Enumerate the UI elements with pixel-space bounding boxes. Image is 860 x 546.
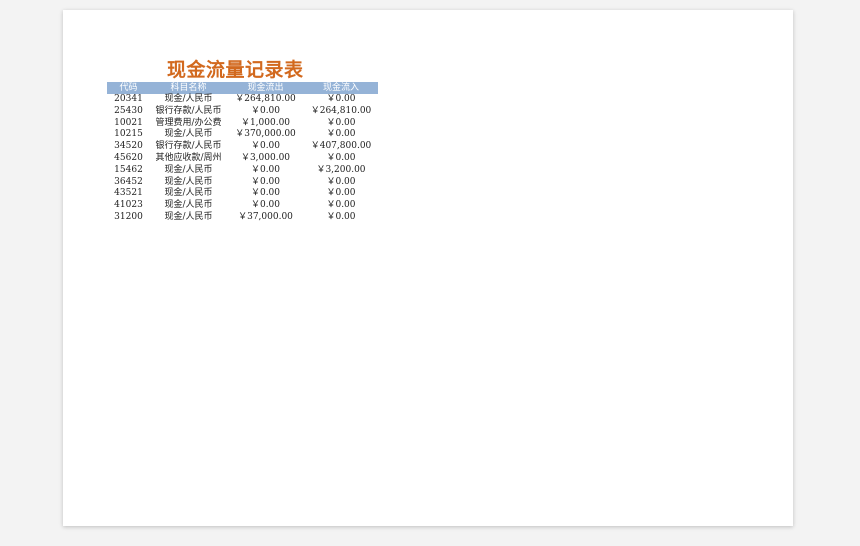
- table-row: 43521 现金/人民币 ￥0.00 ￥0.00: [107, 188, 378, 200]
- cell-account: 现金/人民币: [164, 188, 213, 199]
- cell-code: 31200: [114, 211, 143, 222]
- table-row: 36452 现金/人民币 ￥0.00 ￥0.00: [107, 177, 378, 189]
- cell-outflow: ￥0.00: [250, 141, 281, 152]
- cell-account: 现金/人民币: [164, 176, 213, 187]
- cell-code: 20341: [114, 94, 143, 104]
- cell-code: 34520: [114, 141, 143, 152]
- cell-account: 现金/人民币: [164, 94, 213, 104]
- table-row: 10021 管理费用/办公费 ￥1,000.00 ￥0.00: [107, 118, 378, 130]
- cell-account: 现金/人民币: [164, 164, 213, 175]
- header-code: 代码: [107, 82, 150, 94]
- table-row: 31200 现金/人民币 ￥37,000.00 ￥0.00: [107, 212, 378, 224]
- cell-code: 25430: [114, 105, 143, 116]
- cell-code: 15462: [114, 164, 143, 175]
- cell-inflow: ￥0.00: [326, 152, 356, 163]
- cell-inflow: ￥3,200.00: [316, 164, 366, 175]
- table-body: 20341 现金/人民币 ￥264,810.00 ￥0.00 25430 银行存…: [107, 94, 378, 224]
- cell-account: 其他应收款/周州: [155, 152, 222, 163]
- cell-outflow: ￥1,000.00: [240, 117, 291, 128]
- cell-outflow: ￥0.00: [250, 105, 281, 116]
- print-preview-viewer: 现金流量记录表 代码 科目名称 现金流出 现金流入 20341 现金/人民币 ￥…: [0, 0, 860, 546]
- cell-inflow: ￥0.00: [326, 200, 356, 211]
- table-header-row: 代码 科目名称 现金流出 现金流入: [107, 82, 378, 94]
- cell-inflow: ￥0.00: [326, 211, 356, 222]
- header-outflow: 现金流出: [227, 82, 304, 94]
- cell-outflow: ￥370,000.00: [235, 129, 296, 140]
- cell-code: 45620: [114, 152, 143, 163]
- cell-inflow: ￥0.00: [326, 176, 356, 187]
- cell-inflow: ￥0.00: [326, 117, 356, 128]
- cell-outflow: ￥0.00: [250, 200, 281, 211]
- table-row: 45620 其他应收款/周州 ￥3,000.00 ￥0.00: [107, 153, 378, 165]
- cell-code: 10215: [114, 129, 143, 140]
- cell-account: 银行存款/人民币: [155, 141, 222, 152]
- table-row: 15462 现金/人民币 ￥0.00 ￥3,200.00: [107, 165, 378, 177]
- header-inflow: 现金流入: [304, 82, 378, 94]
- cell-code: 36452: [114, 176, 143, 187]
- cell-code: 41023: [114, 200, 143, 211]
- cell-account: 现金/人民币: [164, 211, 213, 222]
- header-account: 科目名称: [150, 82, 227, 94]
- cell-account: 银行存款/人民币: [155, 105, 222, 116]
- cell-inflow: ￥407,800.00: [310, 141, 372, 152]
- cell-inflow: ￥264,810.00: [310, 105, 372, 116]
- table-row: 10215 现金/人民币 ￥370,000.00 ￥0.00: [107, 129, 378, 141]
- table-row: 25430 银行存款/人民币 ￥0.00 ￥264,810.00: [107, 106, 378, 118]
- sheet-title: 现金流量记录表: [167, 59, 304, 81]
- cell-outflow: ￥0.00: [250, 164, 281, 175]
- cell-account: 现金/人民币: [164, 200, 213, 211]
- cell-inflow: ￥0.00: [326, 94, 356, 104]
- cell-inflow: ￥0.00: [326, 129, 356, 140]
- cash-flow-table: 代码 科目名称 现金流出 现金流入 20341 现金/人民币 ￥264,810.…: [107, 82, 378, 224]
- printed-page: 现金流量记录表 代码 科目名称 现金流出 现金流入 20341 现金/人民币 ￥…: [63, 10, 793, 526]
- cell-outflow: ￥0.00: [250, 188, 281, 199]
- cell-outflow: ￥0.00: [250, 176, 281, 187]
- cell-outflow: ￥3,000.00: [240, 152, 291, 163]
- cell-code: 43521: [114, 188, 143, 199]
- cell-outflow: ￥264,810.00: [235, 94, 296, 104]
- table-row: 41023 现金/人民币 ￥0.00 ￥0.00: [107, 200, 378, 212]
- cell-inflow: ￥0.00: [326, 188, 356, 199]
- table-row: 34520 银行存款/人民币 ￥0.00 ￥407,800.00: [107, 141, 378, 153]
- cell-code: 10021: [114, 117, 143, 128]
- cell-account: 现金/人民币: [164, 129, 213, 140]
- table-row: 20341 现金/人民币 ￥264,810.00 ￥0.00: [107, 94, 378, 106]
- cell-account: 管理费用/办公费: [155, 117, 222, 128]
- cell-outflow: ￥37,000.00: [238, 211, 293, 222]
